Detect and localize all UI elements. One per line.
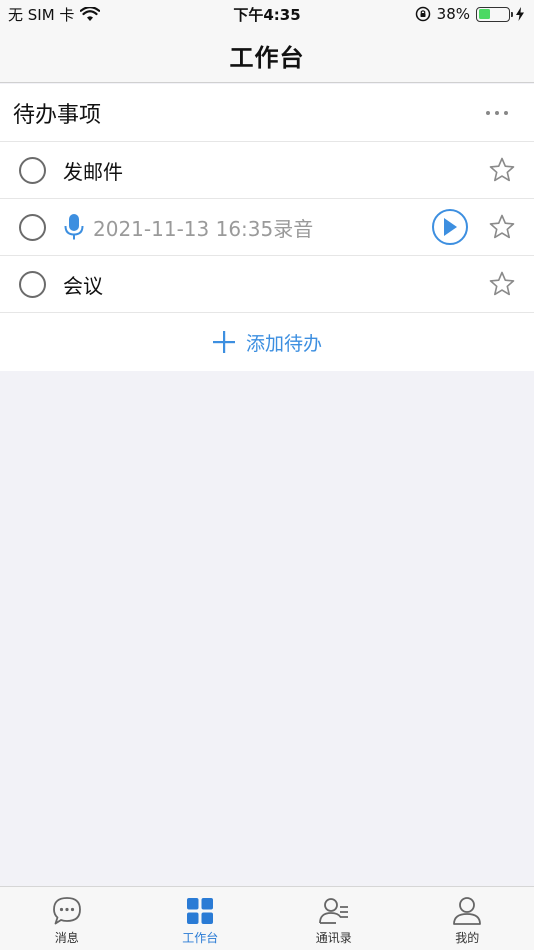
tab-label: 工作台: [182, 931, 219, 945]
more-dot: [495, 110, 499, 115]
tab-workbench[interactable]: 工作台: [134, 887, 268, 950]
tab-messages[interactable]: 消息: [0, 887, 134, 950]
tab-contacts[interactable]: 通讯录: [267, 887, 401, 950]
star-icon[interactable]: [488, 270, 516, 298]
plus-icon: [212, 331, 235, 353]
todo-card: 待办事项 发邮件 2021-11-13 16:35录音 会议 添加待办: [0, 84, 534, 371]
more-dot: [486, 110, 490, 115]
contacts-icon: [318, 898, 348, 924]
status-right: 38%: [415, 5, 524, 23]
todo-checkbox[interactable]: [19, 270, 46, 298]
add-todo-label: 添加待办: [245, 332, 322, 355]
play-icon: [444, 218, 457, 236]
todo-card-title: 待办事项: [13, 102, 102, 128]
charging-bolt-icon: [516, 7, 524, 21]
add-todo-button[interactable]: 添加待办: [0, 313, 534, 371]
todo-item-voice[interactable]: 2021-11-13 16:35录音: [0, 199, 534, 256]
status-left: 无 SIM 卡: [8, 4, 101, 25]
todo-card-header: 待办事项: [0, 84, 534, 142]
todo-item-label: 发邮件: [63, 159, 123, 184]
grid-icon: [187, 898, 214, 924]
todo-item[interactable]: 发邮件: [0, 142, 534, 199]
orientation-lock-icon: [415, 6, 430, 22]
status-bar: 无 SIM 卡 下午4:35 38%: [0, 0, 534, 28]
more-options-icon[interactable]: [480, 105, 514, 121]
battery-percent: 38%: [436, 5, 470, 23]
play-button[interactable]: [432, 209, 468, 245]
star-icon[interactable]: [488, 213, 516, 241]
tab-label: 我的: [455, 931, 480, 945]
wifi-icon: [80, 6, 101, 21]
tab-bar: 消息 工作台 通讯录 我的: [0, 886, 534, 950]
todo-checkbox[interactable]: [19, 156, 46, 184]
person-icon: [453, 897, 482, 925]
star-icon[interactable]: [488, 156, 516, 184]
battery-icon: [476, 6, 513, 22]
more-dot: [504, 110, 508, 115]
battery-fill: [478, 9, 490, 19]
voice-recording-label: 2021-11-13 16:35录音: [93, 216, 314, 241]
tab-profile[interactable]: 我的: [401, 887, 534, 950]
chat-bubble-icon: [52, 897, 81, 925]
microphone-icon: [64, 214, 84, 240]
tab-label: 消息: [54, 931, 79, 945]
todo-item[interactable]: 会议: [0, 256, 534, 313]
tab-label: 通讯录: [315, 931, 352, 945]
todo-checkbox[interactable]: [19, 213, 46, 241]
navigation-bar: 工作台: [0, 28, 534, 83]
todo-item-label: 会议: [63, 273, 103, 298]
carrier-label: 无 SIM 卡: [8, 5, 75, 24]
page-title: 工作台: [229, 43, 305, 72]
